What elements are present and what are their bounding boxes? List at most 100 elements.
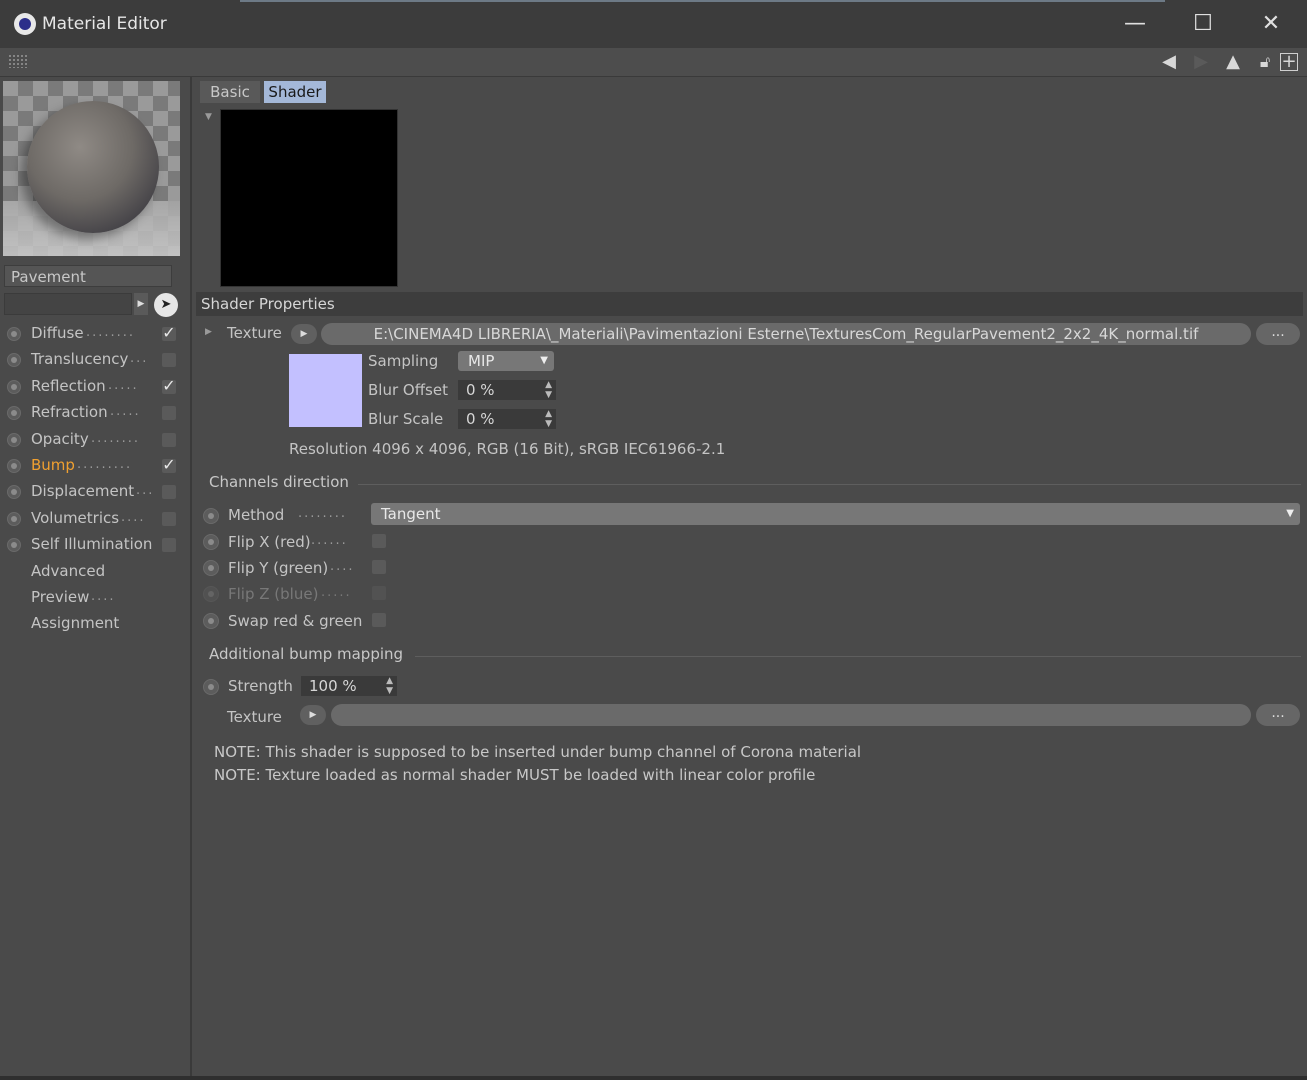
- arrow-up-icon[interactable]: ▲: [1222, 51, 1244, 73]
- channel-item-reflection[interactable]: Reflection..... ✓: [0, 375, 188, 401]
- resolution-info: Resolution 4096 x 4096, RGB (16 Bit), sR…: [289, 440, 726, 458]
- note-line: NOTE: Texture loaded as normal shader MU…: [214, 766, 816, 784]
- swap-animate-radio[interactable]: [203, 613, 219, 629]
- blur-scale-field[interactable]: 0 % ▲ ▼: [458, 409, 556, 429]
- method-value: Tangent: [381, 505, 441, 523]
- preview-sphere: [27, 101, 159, 233]
- channel-label: Reflection: [31, 376, 106, 395]
- spinner-icon[interactable]: ▲ ▼: [386, 676, 393, 696]
- flip-y-checkbox[interactable]: [372, 560, 386, 574]
- channel-checkbox[interactable]: ✓: [162, 457, 176, 473]
- toolbar-grip-icon[interactable]: [8, 54, 28, 68]
- spinner-icon[interactable]: ▲ ▼: [545, 380, 552, 400]
- arrow-right-icon[interactable]: ▶: [1190, 51, 1212, 73]
- channel-checkbox[interactable]: [162, 511, 176, 526]
- channel-item-refraction[interactable]: Refraction.....: [0, 401, 188, 427]
- channel-dots: ....: [121, 509, 146, 525]
- channel-radio[interactable]: [7, 485, 21, 500]
- channel-dots: .....: [108, 377, 139, 393]
- strength-field[interactable]: 100 % ▲ ▼: [301, 676, 397, 696]
- method-label: Method: [228, 506, 285, 524]
- spinner-icon[interactable]: ▲ ▼: [545, 409, 552, 429]
- channel-item-translucency[interactable]: Translucency...: [0, 348, 188, 374]
- flip-y-animate-radio[interactable]: [203, 560, 219, 576]
- channel-checkbox[interactable]: ✓: [162, 325, 176, 341]
- play-arrow-icon[interactable]: ▶: [134, 293, 148, 315]
- swap-checkbox[interactable]: [372, 613, 386, 627]
- channel-radio[interactable]: [7, 432, 21, 447]
- channel-dots: ....: [91, 589, 116, 604]
- channel-dots: .........: [77, 457, 133, 472]
- method-dropdown[interactable]: Tangent ▼: [371, 503, 1300, 525]
- new-window-icon[interactable]: +: [1280, 53, 1298, 71]
- blur-offset-label: Blur Offset: [368, 381, 448, 399]
- bump-texture-path-field[interactable]: [331, 704, 1251, 726]
- minimize-button[interactable]: —: [1101, 0, 1169, 48]
- channel-radio[interactable]: [7, 327, 21, 341]
- group-divider: [358, 484, 1301, 485]
- method-animate-radio[interactable]: [203, 508, 219, 524]
- channel-item-bump[interactable]: Bump......... ✓: [0, 454, 188, 480]
- tab-basic[interactable]: Basic: [200, 81, 260, 103]
- channel-checkbox[interactable]: [162, 353, 176, 368]
- channel-label: Advanced: [31, 561, 106, 580]
- texture-path-field[interactable]: E:\CINEMA4D LIBRERIA\_Materiali\Paviment…: [321, 323, 1251, 345]
- sampling-value: MIP: [468, 352, 495, 370]
- material-name-field[interactable]: Pavement: [4, 265, 172, 287]
- blur-offset-value: 0 %: [466, 381, 495, 399]
- channel-dots: ...: [136, 483, 155, 499]
- channel-radio[interactable]: [7, 353, 21, 368]
- channel-checkbox[interactable]: [162, 406, 176, 421]
- method-row: Method ........ Tangent ▼: [203, 503, 1303, 528]
- channel-radio[interactable]: [7, 379, 21, 394]
- channel-item-preview[interactable]: Preview....: [0, 586, 188, 612]
- channel-item-opacity[interactable]: Opacity........: [0, 428, 188, 454]
- window-title: Material Editor: [42, 14, 167, 34]
- expand-triangle-icon[interactable]: ▶: [205, 327, 212, 337]
- bump-texture-browse-button[interactable]: ...: [1256, 704, 1300, 726]
- lock-icon[interactable]: 🔓︎: [1254, 51, 1276, 73]
- material-preview[interactable]: [3, 81, 180, 256]
- channel-radio[interactable]: [7, 406, 21, 421]
- texture-browse-button[interactable]: ...: [1256, 323, 1300, 345]
- channel-item-volumetrics[interactable]: Volumetrics....: [0, 507, 188, 533]
- channel-label: Preview: [31, 588, 90, 606]
- flip-y-row: Flip Y (green) ....: [203, 559, 503, 581]
- bump-texture-play-icon[interactable]: ▶: [300, 705, 326, 725]
- method-dots: ........: [298, 506, 348, 521]
- channel-checkbox[interactable]: [162, 432, 176, 447]
- material-search-field[interactable]: [4, 293, 132, 315]
- channel-checkbox[interactable]: [162, 538, 176, 553]
- toolbar: ◀ ▶ ▲ 🔓︎ +: [0, 48, 1307, 77]
- channel-radio[interactable]: [7, 511, 21, 526]
- channel-item-assignment[interactable]: Assignment: [0, 612, 188, 638]
- channel-radio[interactable]: [7, 459, 21, 473]
- maximize-button[interactable]: ☐: [1169, 0, 1237, 48]
- close-button[interactable]: ✕: [1237, 0, 1305, 48]
- pick-cursor-icon[interactable]: ➤: [154, 293, 178, 317]
- flip-z-animate-radio: [203, 586, 219, 602]
- flip-y-label: Flip Y (green): [228, 559, 329, 577]
- flip-z-dots: .....: [321, 585, 352, 600]
- channel-label: Assignment: [31, 614, 120, 633]
- tab-shader[interactable]: Shader: [264, 81, 326, 103]
- channel-label: Opacity: [31, 429, 89, 448]
- channel-item-self-illumination[interactable]: Self Illumination: [0, 533, 188, 559]
- texture-play-icon[interactable]: ▶: [291, 324, 317, 344]
- note-line: NOTE: This shader is supposed to be inse…: [214, 743, 862, 761]
- channel-item-displacement[interactable]: Displacement...: [0, 480, 188, 506]
- flip-x-animate-radio[interactable]: [203, 534, 219, 550]
- channel-item-advanced[interactable]: Advanced: [0, 560, 188, 586]
- channel-checkbox[interactable]: ✓: [162, 377, 176, 394]
- strength-animate-radio[interactable]: [203, 679, 219, 695]
- channel-item-diffuse[interactable]: Diffuse........ ✓: [0, 322, 188, 348]
- channel-radio[interactable]: [7, 538, 21, 553]
- arrow-left-icon[interactable]: ◀: [1158, 51, 1180, 73]
- flip-x-checkbox[interactable]: [372, 534, 386, 548]
- collapse-triangle-icon[interactable]: ▼: [205, 112, 212, 122]
- channel-checkbox[interactable]: [162, 485, 176, 500]
- left-panel: Pavement ▶ ➤ Diffuse........ ✓ Translucenc…: [0, 77, 192, 1080]
- blur-offset-field[interactable]: 0 % ▲ ▼: [458, 380, 556, 400]
- sampling-dropdown[interactable]: MIP ▼: [458, 351, 554, 371]
- strength-value: 100 %: [309, 677, 357, 695]
